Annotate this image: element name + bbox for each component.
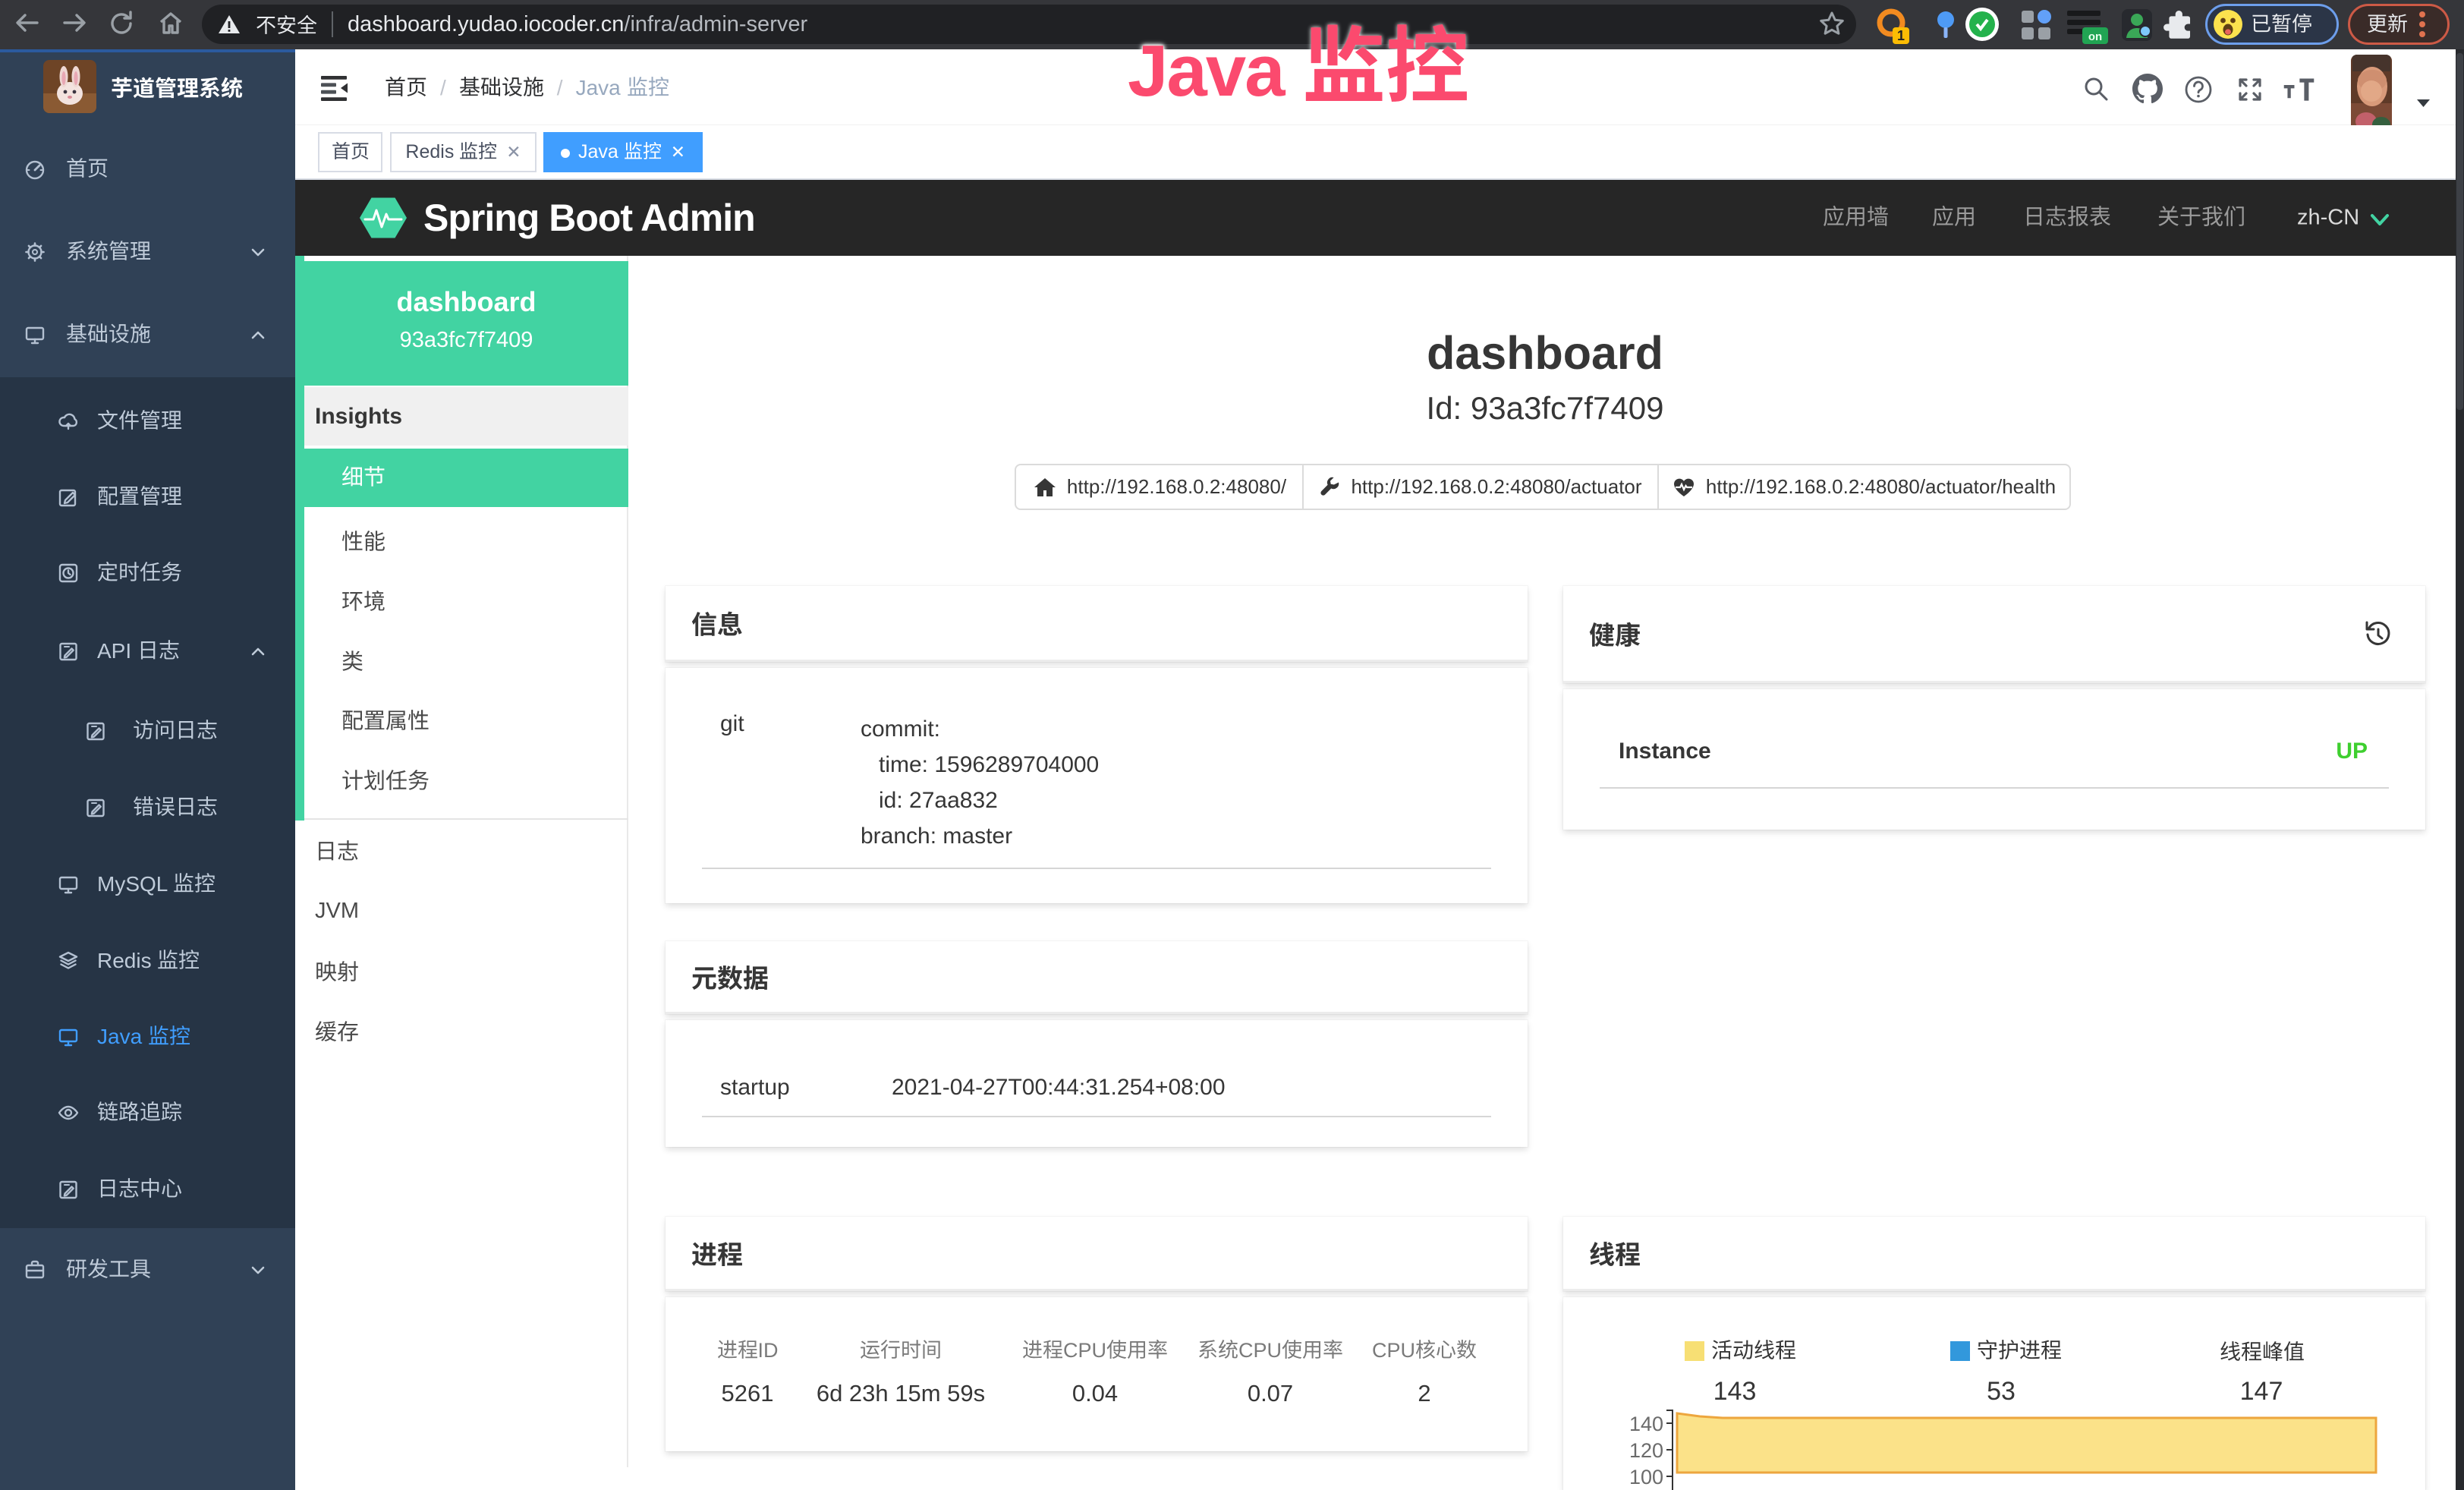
svg-text:100: 100 xyxy=(1629,1466,1663,1488)
svg-text:140: 140 xyxy=(1629,1413,1663,1435)
svg-text:on: on xyxy=(2088,30,2102,43)
svg-text:120: 120 xyxy=(1629,1439,1663,1462)
svg-text:1: 1 xyxy=(1897,28,1905,43)
